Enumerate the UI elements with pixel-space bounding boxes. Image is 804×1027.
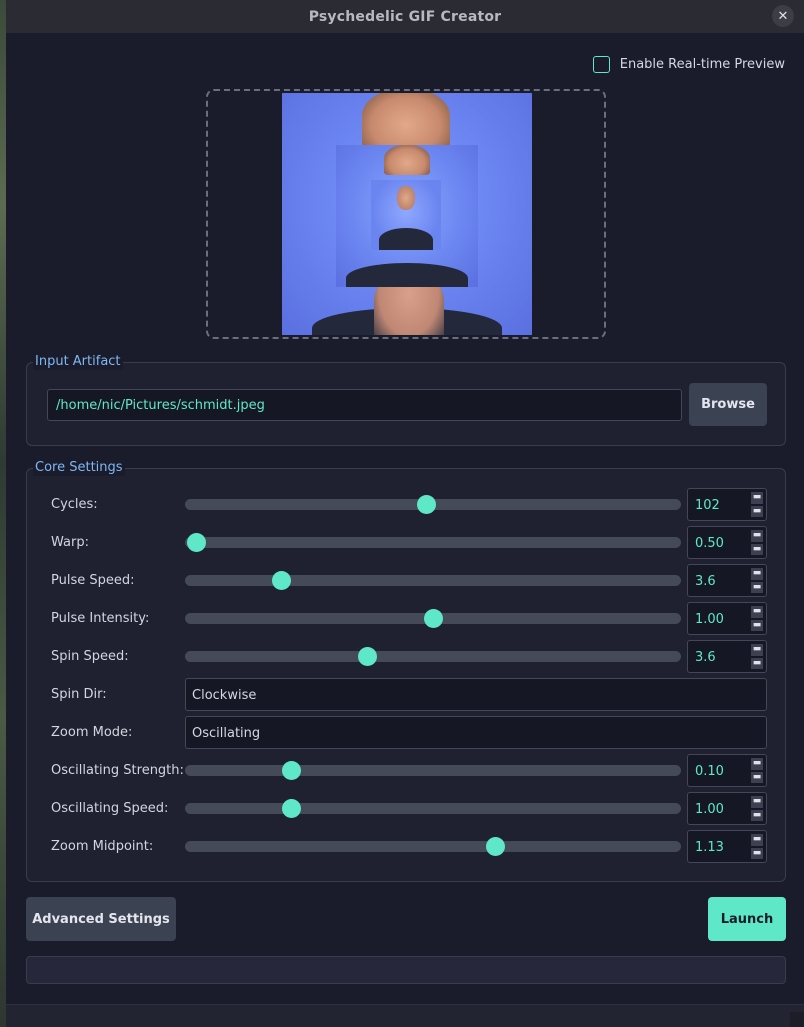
- cycles-slider[interactable]: [185, 495, 681, 514]
- progress-bar: [26, 956, 786, 984]
- close-icon: ✕: [777, 8, 789, 24]
- core-settings-group: Core Settings Cycles: 102 ▬ ▬ Warp: 0.50 …: [26, 460, 787, 882]
- titlebar: Psychedelic GIF Creator ✕: [6, 0, 804, 33]
- zoom-mode-label: Zoom Mode:: [51, 725, 133, 740]
- launch-button[interactable]: Launch: [708, 897, 786, 941]
- pulse-intensity-slider[interactable]: [185, 609, 681, 628]
- warp-decrement[interactable]: ▬: [751, 543, 763, 555]
- input-artifact-legend: Input Artifact: [33, 354, 123, 370]
- osc-speed-slider[interactable]: [185, 799, 681, 818]
- close-button[interactable]: ✕: [772, 5, 794, 27]
- warp-slider-handle[interactable]: [186, 533, 206, 552]
- input-artifact-group: Input Artifact Browse: [26, 354, 786, 446]
- zoom-midpoint-spinbox[interactable]: 1.13 ▬ ▬: [687, 830, 767, 863]
- spin-speed-spinbox[interactable]: 3.6 ▬ ▬: [687, 640, 767, 673]
- cycles-value: 102: [695, 498, 720, 513]
- preview-area: [206, 89, 606, 339]
- osc-strength-value: 0.10: [695, 764, 724, 779]
- osc-strength-slider[interactable]: [185, 761, 681, 780]
- cycles-label: Cycles:: [51, 497, 98, 512]
- spin-dir-label: Spin Dir:: [51, 687, 107, 702]
- warp-spinbox[interactable]: 0.50 ▬ ▬: [687, 526, 767, 559]
- window-title: Psychedelic GIF Creator: [308, 8, 502, 25]
- osc-strength-decrement[interactable]: ▬: [751, 771, 763, 783]
- warp-label: Warp:: [51, 535, 89, 550]
- zoom-midpoint-slider[interactable]: [185, 837, 681, 856]
- spin-speed-row: Spin Speed: 3.6 ▬ ▬: [27, 640, 787, 674]
- zoom-midpoint-row: Zoom Midpoint: 1.13 ▬ ▬: [27, 830, 787, 864]
- osc-strength-slider-handle[interactable]: [282, 761, 302, 780]
- osc-strength-row: Oscillating Strength: 0.10 ▬ ▬: [27, 754, 787, 788]
- warp-slider[interactable]: [185, 533, 681, 552]
- pulse-intensity-label: Pulse Intensity:: [51, 611, 150, 626]
- status-strip: [6, 1004, 804, 1027]
- osc-speed-slider-handle[interactable]: [282, 799, 302, 818]
- realtime-preview-label: Enable Real-time Preview: [619, 57, 785, 72]
- spin-speed-slider[interactable]: [185, 647, 681, 666]
- spin-speed-increment[interactable]: ▬: [751, 644, 763, 656]
- osc-strength-increment[interactable]: ▬: [751, 758, 763, 770]
- spin-speed-slider-handle[interactable]: [358, 647, 378, 666]
- pulse-intensity-spinbox[interactable]: 1.00 ▬ ▬: [687, 602, 767, 635]
- spin-speed-value: 3.6: [695, 650, 716, 665]
- zoom-mode-select[interactable]: Oscillating: [185, 716, 767, 749]
- pulse-speed-value: 3.6: [695, 574, 716, 589]
- pulse-speed-increment[interactable]: ▬: [751, 568, 763, 580]
- spin-dir-select[interactable]: Clockwise: [185, 678, 767, 711]
- osc-strength-label: Oscillating Strength:: [51, 763, 184, 778]
- input-path-field[interactable]: [47, 389, 682, 421]
- warp-value: 0.50: [695, 536, 724, 551]
- cycles-slider-handle[interactable]: [417, 495, 437, 514]
- osc-speed-spinbox[interactable]: 1.00 ▬ ▬: [687, 792, 767, 825]
- spin-speed-decrement[interactable]: ▬: [751, 657, 763, 669]
- cycles-spinbox[interactable]: 102 ▬ ▬: [687, 488, 767, 521]
- app-window: Psychedelic GIF Creator ✕ Enable Real-ti…: [6, 0, 804, 1027]
- realtime-preview-toggle[interactable]: Enable Real-time Preview: [592, 56, 785, 73]
- pulse-intensity-increment[interactable]: ▬: [751, 606, 763, 618]
- resize-corner[interactable]: [790, 1012, 804, 1027]
- warp-row: Warp: 0.50 ▬ ▬: [27, 526, 787, 560]
- pulse-intensity-slider-handle[interactable]: [424, 609, 443, 628]
- pulse-speed-label: Pulse Speed:: [51, 573, 135, 588]
- core-settings-legend: Core Settings: [33, 460, 125, 476]
- zoom-midpoint-slider-handle[interactable]: [486, 837, 505, 856]
- cycles-row: Cycles: 102 ▬ ▬: [27, 488, 787, 522]
- pulse-intensity-decrement[interactable]: ▬: [751, 619, 763, 631]
- pulse-speed-row: Pulse Speed: 3.6 ▬ ▬: [27, 564, 787, 598]
- zoom-midpoint-decrement[interactable]: ▬: [751, 847, 763, 859]
- cycles-increment[interactable]: ▬: [751, 492, 763, 504]
- realtime-preview-checkbox[interactable]: [592, 56, 610, 73]
- osc-speed-label: Oscillating Speed:: [51, 801, 169, 816]
- osc-speed-decrement[interactable]: ▬: [751, 809, 763, 821]
- osc-speed-row: Oscillating Speed: 1.00 ▬ ▬: [27, 792, 787, 826]
- zoom-midpoint-label: Zoom Midpoint:: [51, 839, 154, 854]
- spin-dir-row: Spin Dir: Clockwise: [27, 678, 787, 712]
- warp-increment[interactable]: ▬: [751, 530, 763, 542]
- pulse-intensity-row: Pulse Intensity: 1.00 ▬ ▬: [27, 602, 787, 636]
- advanced-settings-button[interactable]: Advanced Settings: [26, 897, 176, 941]
- zoom-midpoint-increment[interactable]: ▬: [751, 834, 763, 846]
- pulse-speed-slider[interactable]: [185, 571, 681, 590]
- osc-speed-value: 1.00: [695, 802, 724, 817]
- pulse-speed-spinbox[interactable]: 3.6 ▬ ▬: [687, 564, 767, 597]
- spin-speed-label: Spin Speed:: [51, 649, 129, 664]
- pulse-intensity-value: 1.00: [695, 612, 724, 627]
- browse-button[interactable]: Browse: [689, 383, 767, 426]
- osc-strength-spinbox[interactable]: 0.10 ▬ ▬: [687, 754, 767, 787]
- zoom-midpoint-value: 1.13: [695, 840, 724, 855]
- pulse-speed-decrement[interactable]: ▬: [751, 581, 763, 593]
- osc-speed-increment[interactable]: ▬: [751, 796, 763, 808]
- cycles-decrement[interactable]: ▬: [751, 505, 763, 517]
- preview-image: [282, 93, 532, 335]
- pulse-speed-slider-handle[interactable]: [271, 571, 291, 590]
- zoom-mode-row: Zoom Mode: Oscillating: [27, 716, 787, 750]
